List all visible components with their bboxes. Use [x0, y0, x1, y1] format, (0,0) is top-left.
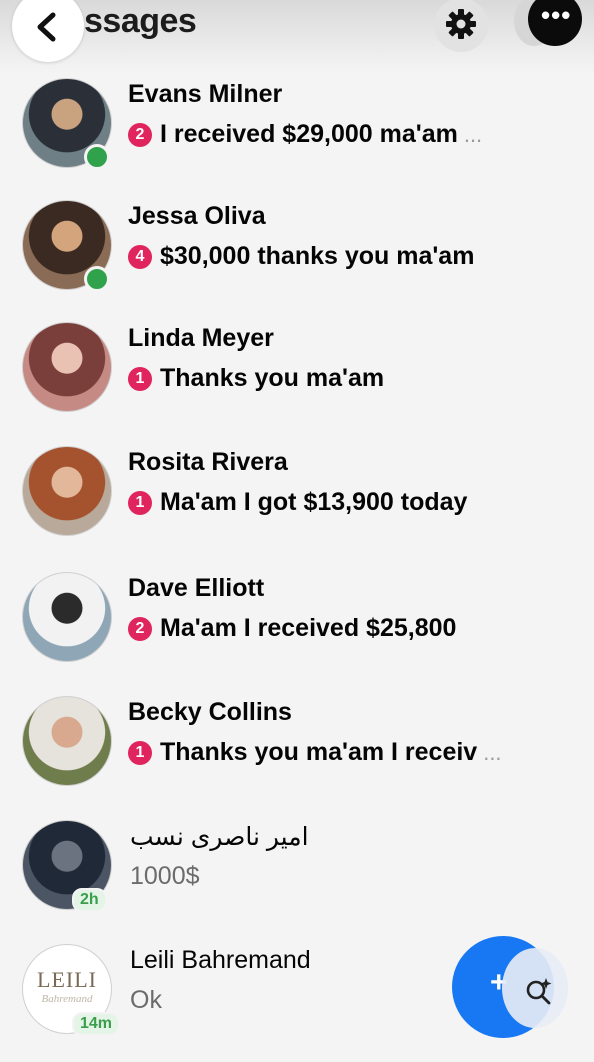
- gear-icon: [446, 9, 476, 39]
- conversation-row[interactable]: Becky Collins 1 Thanks you ma'am I receiv.…: [0, 690, 594, 814]
- message-preview-line: 1 Thanks you ma'am I receiv...: [128, 738, 502, 767]
- conversation-row[interactable]: 2h امیر ناصری نسب 1000$: [0, 814, 594, 938]
- message-preview: 1000$: [130, 862, 200, 890]
- conversation-row[interactable]: Dave Elliott 2 Ma'am I received $25,800: [0, 566, 594, 690]
- message-preview: Ma'am I got $13,900 today: [160, 488, 468, 516]
- settings-button[interactable]: [434, 0, 488, 52]
- contact-name: امیر ناصری نسب: [130, 823, 309, 851]
- contact-name: Becky Collins: [128, 698, 292, 726]
- unread-count-badge: 4: [128, 244, 152, 269]
- message-preview-line: 2 Ma'am I received $25,800: [128, 614, 456, 643]
- unread-count-badge: 1: [128, 366, 152, 391]
- contact-name: Linda Meyer: [128, 324, 274, 352]
- active-time-badge: 14m: [72, 1012, 121, 1036]
- online-status-indicator: [84, 266, 110, 292]
- avatar: [22, 572, 112, 662]
- truncation-ellipsis: ...: [483, 739, 502, 765]
- unread-count-badge: 2: [128, 122, 152, 147]
- avatar: [22, 446, 112, 536]
- search-sparkle-icon: [526, 978, 552, 1005]
- avatar: [22, 322, 112, 412]
- more-options-button[interactable]: •••: [528, 0, 582, 46]
- conversation-row[interactable]: Rosita Rivera 1 Ma'am I got $13,900 today: [0, 440, 594, 564]
- conversation-row[interactable]: Evans Milner 2 I received $29,000 ma'am...: [0, 72, 594, 196]
- message-preview: $30,000 thanks you ma'am: [160, 242, 475, 270]
- message-preview: Ma'am I received $25,800: [160, 614, 457, 642]
- unread-count-badge: 2: [128, 616, 152, 641]
- contact-name: Rosita Rivera: [128, 448, 288, 476]
- header: ssages •••: [0, 0, 594, 74]
- active-time-badge: 2h: [72, 888, 107, 912]
- online-status-indicator: [84, 144, 110, 170]
- message-preview-line: 1 Thanks you ma'am: [128, 364, 384, 393]
- message-preview-line: 4 $30,000 thanks you ma'am: [128, 242, 474, 271]
- contact-name: Leili Bahremand: [130, 946, 311, 974]
- conversation-row[interactable]: Jessa Oliva 4 $30,000 thanks you ma'am: [0, 194, 594, 318]
- message-preview-line: 1000$: [130, 862, 200, 891]
- message-preview: I received $29,000 ma'am: [160, 120, 458, 148]
- more-dots-icon: •••: [541, 0, 572, 30]
- avatar-logo-text: LEILI: [37, 967, 97, 992]
- unread-count-badge: 1: [128, 490, 152, 515]
- avatar-logo-subtext: Bahremand: [41, 993, 93, 1005]
- conversation-row[interactable]: Linda Meyer 1 Thanks you ma'am: [0, 316, 594, 440]
- contact-name: Evans Milner: [128, 80, 283, 108]
- message-preview: Thanks you ma'am I receiv: [160, 738, 478, 766]
- chevron-left-icon: [37, 12, 56, 42]
- page-title: ssages: [84, 2, 197, 40]
- message-preview-line: 2 I received $29,000 ma'am...: [128, 120, 482, 149]
- unread-count-badge: 1: [128, 740, 152, 765]
- search-overlay-button[interactable]: [502, 948, 568, 1028]
- message-preview-line: 1 Ma'am I got $13,900 today: [128, 488, 467, 517]
- contact-name: Jessa Oliva: [128, 202, 266, 230]
- message-preview: Thanks you ma'am: [160, 364, 385, 392]
- contact-name: Dave Elliott: [128, 574, 265, 602]
- back-button[interactable]: [12, 0, 84, 62]
- truncation-ellipsis: ...: [463, 121, 483, 147]
- avatar: [22, 696, 112, 786]
- message-preview: Ok: [130, 986, 162, 1014]
- message-preview-line: Ok: [130, 986, 162, 1015]
